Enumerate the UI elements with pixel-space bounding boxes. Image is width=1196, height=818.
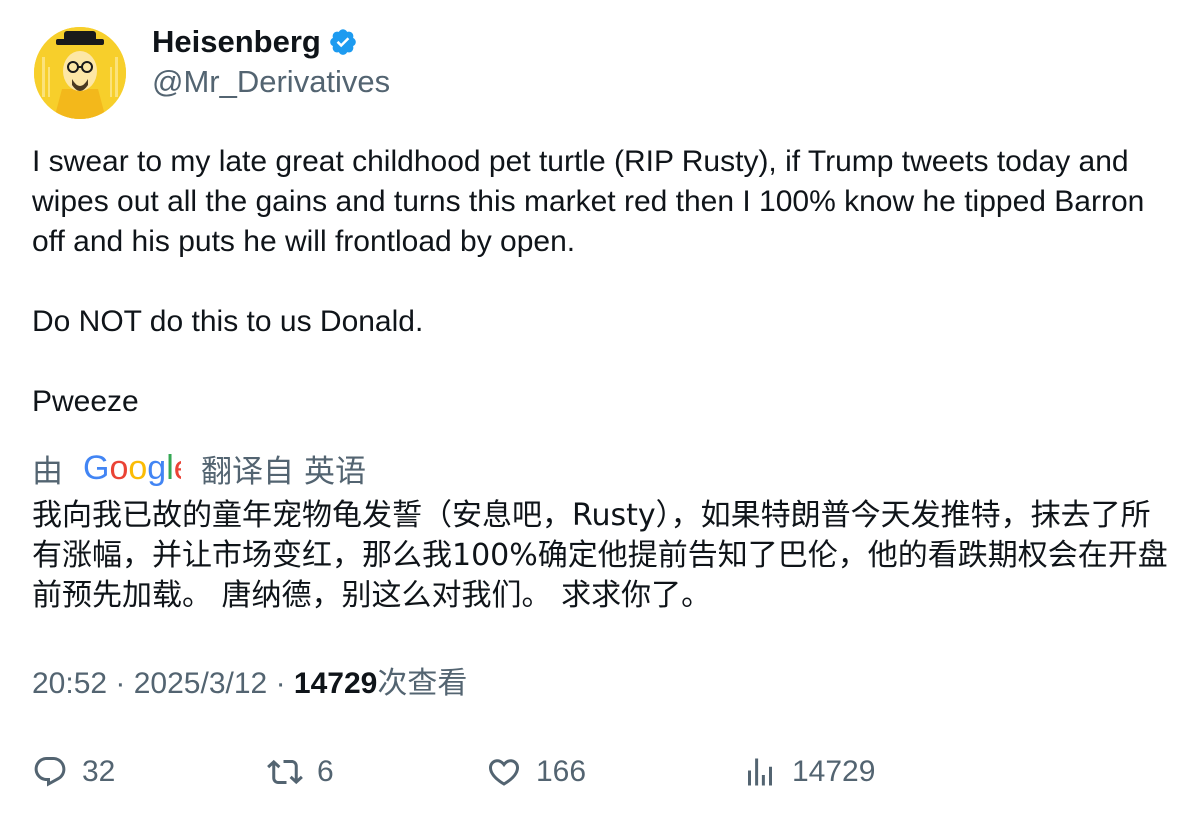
translated-text: 我向我已故的童年宠物龟发誓（安息吧，Rusty），如果特朗普今天发推特，抹去了所… — [32, 498, 1168, 613]
views-label: 次查看 — [377, 667, 468, 700]
like-button[interactable]: 166 — [486, 750, 586, 794]
meta-separator: · — [275, 667, 294, 700]
retweet-count: 6 — [317, 755, 334, 788]
tweet-meta: 20:52 · 2025/3/12 · 14729次查看 — [32, 664, 467, 704]
analytics-bars-icon — [748, 758, 772, 786]
heart-icon — [488, 759, 520, 786]
meta-separator: · — [115, 667, 134, 700]
tweet-paragraph: Pweeze — [32, 385, 139, 418]
tweet-paragraph: Do NOT do this to us Donald. — [32, 305, 424, 338]
avatar[interactable] — [34, 27, 126, 119]
tweet-time[interactable]: 20:52 — [32, 667, 107, 700]
translation-attribution: 由 Google 翻译自 英语 — [32, 447, 366, 489]
author-handle[interactable]: @Mr_Derivatives — [152, 62, 390, 102]
views-action-count: 14729 — [792, 755, 876, 788]
google-logo-icon: Google — [83, 447, 193, 489]
svg-text:Google: Google — [83, 449, 181, 487]
like-count: 166 — [536, 755, 587, 788]
reply-icon — [34, 757, 66, 787]
reply-count: 32 — [82, 755, 116, 788]
verified-badge-icon[interactable] — [328, 27, 358, 57]
translation-source-language: 英语 — [304, 453, 366, 489]
retweet-button[interactable]: 6 — [267, 750, 334, 794]
reply-button[interactable]: 32 — [32, 750, 115, 794]
views-button[interactable]: 14729 — [742, 750, 875, 794]
views-count: 14729 — [293, 667, 378, 700]
tweet-date[interactable]: 2025/3/12 — [134, 667, 267, 700]
retweet-icon — [267, 759, 303, 785]
tweet-paragraph: I swear to my late great childhood pet t… — [32, 145, 1145, 258]
author-display-name[interactable]: Heisenberg — [152, 22, 321, 62]
author-name-row: Heisenberg — [152, 22, 358, 62]
heisenberg-avatar-icon — [34, 27, 126, 119]
translation-prefix: 由 — [32, 453, 63, 489]
translation-suffix: 翻译自 — [201, 453, 294, 489]
